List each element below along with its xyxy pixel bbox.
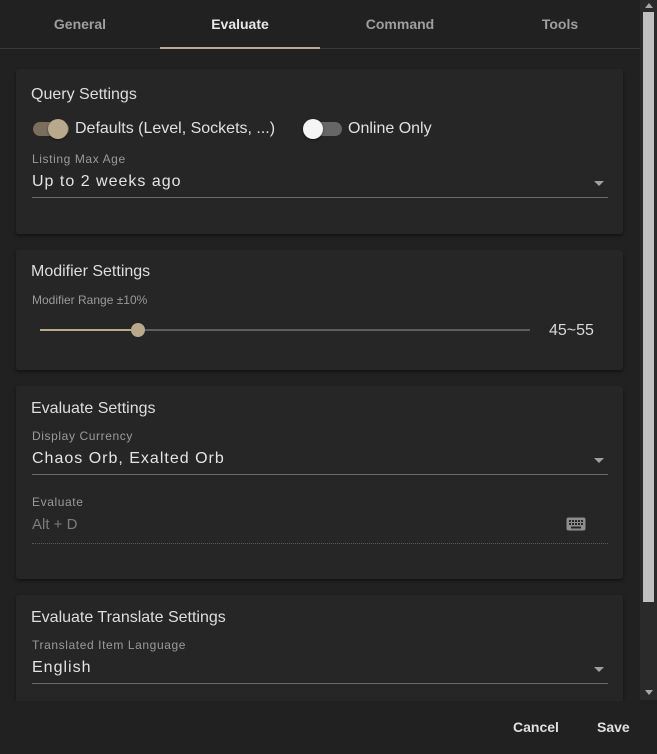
scroll-down-arrow-icon[interactable] [645, 690, 653, 695]
chevron-down-icon [594, 181, 604, 186]
defaults-toggle-thumb [48, 119, 68, 139]
display-currency-label: Display Currency [32, 429, 133, 443]
listing-max-age-label: Listing Max Age [32, 152, 126, 166]
defaults-toggle-label: Defaults (Level, Sockets, ...) [75, 120, 276, 137]
slider-thumb[interactable] [131, 323, 145, 337]
tab-command[interactable]: Command [320, 0, 480, 48]
vertical-scrollbar[interactable] [640, 0, 657, 700]
tab-tools[interactable]: Tools [480, 0, 640, 48]
evaluate-settings-card: Evaluate Settings Display Currency Chaos… [16, 386, 623, 579]
keyboard-icon[interactable] [566, 517, 586, 536]
settings-content[interactable]: Query Settings Defaults (Level, Sockets,… [0, 49, 640, 701]
tab-evaluate[interactable]: Evaluate [160, 0, 320, 49]
translated-language-label: Translated Item Language [32, 638, 187, 652]
translated-language-value: English [32, 659, 92, 676]
modifier-settings-card: Modifier Settings Modifier Range ±10% 45… [16, 250, 623, 370]
query-settings-title: Query Settings [31, 86, 137, 103]
evaluate-hotkey-field[interactable]: Alt + D [32, 512, 608, 544]
evaluate-settings-title: Evaluate Settings [31, 400, 156, 417]
modifier-range-value: 45~55 [549, 322, 594, 339]
modifier-settings-title: Modifier Settings [31, 263, 151, 280]
modifier-range-label: Modifier Range ±10% [32, 293, 148, 307]
evaluate-hotkey-label: Evaluate [32, 495, 84, 509]
listing-max-age-underline [32, 197, 608, 198]
listing-max-age-select[interactable]: Up to 2 weeks ago [32, 169, 608, 199]
slider-fill [40, 329, 138, 331]
display-currency-value: Chaos Orb, Exalted Orb [32, 450, 225, 467]
translate-settings-title: Evaluate Translate Settings [31, 609, 226, 626]
scroll-up-arrow-icon[interactable] [645, 3, 653, 8]
query-settings-card: Query Settings Defaults (Level, Sockets,… [16, 69, 623, 234]
translate-settings-card: Evaluate Translate Settings Translated I… [16, 595, 623, 701]
evaluate-hotkey-underline [32, 543, 608, 544]
online-only-toggle-label: Online Only [348, 120, 432, 137]
modifier-range-slider[interactable] [40, 320, 530, 340]
translated-language-select[interactable]: English [32, 655, 608, 685]
evaluate-hotkey-value: Alt + D [32, 516, 78, 533]
save-button[interactable]: Save [597, 719, 630, 735]
tab-general[interactable]: General [0, 0, 160, 48]
chevron-down-icon [594, 667, 604, 672]
defaults-toggle[interactable]: Defaults (Level, Sockets, ...) [31, 118, 276, 140]
online-only-toggle-thumb [303, 119, 323, 139]
scrollbar-thumb[interactable] [643, 12, 654, 602]
display-currency-underline [32, 474, 608, 475]
translated-language-underline [32, 683, 608, 684]
tab-bar: General Evaluate Command Tools [0, 0, 640, 49]
cancel-button[interactable]: Cancel [513, 719, 559, 735]
display-currency-select[interactable]: Chaos Orb, Exalted Orb [32, 446, 608, 476]
listing-max-age-value: Up to 2 weeks ago [32, 173, 182, 190]
online-only-toggle[interactable]: Online Only [303, 118, 444, 140]
chevron-down-icon [594, 458, 604, 463]
